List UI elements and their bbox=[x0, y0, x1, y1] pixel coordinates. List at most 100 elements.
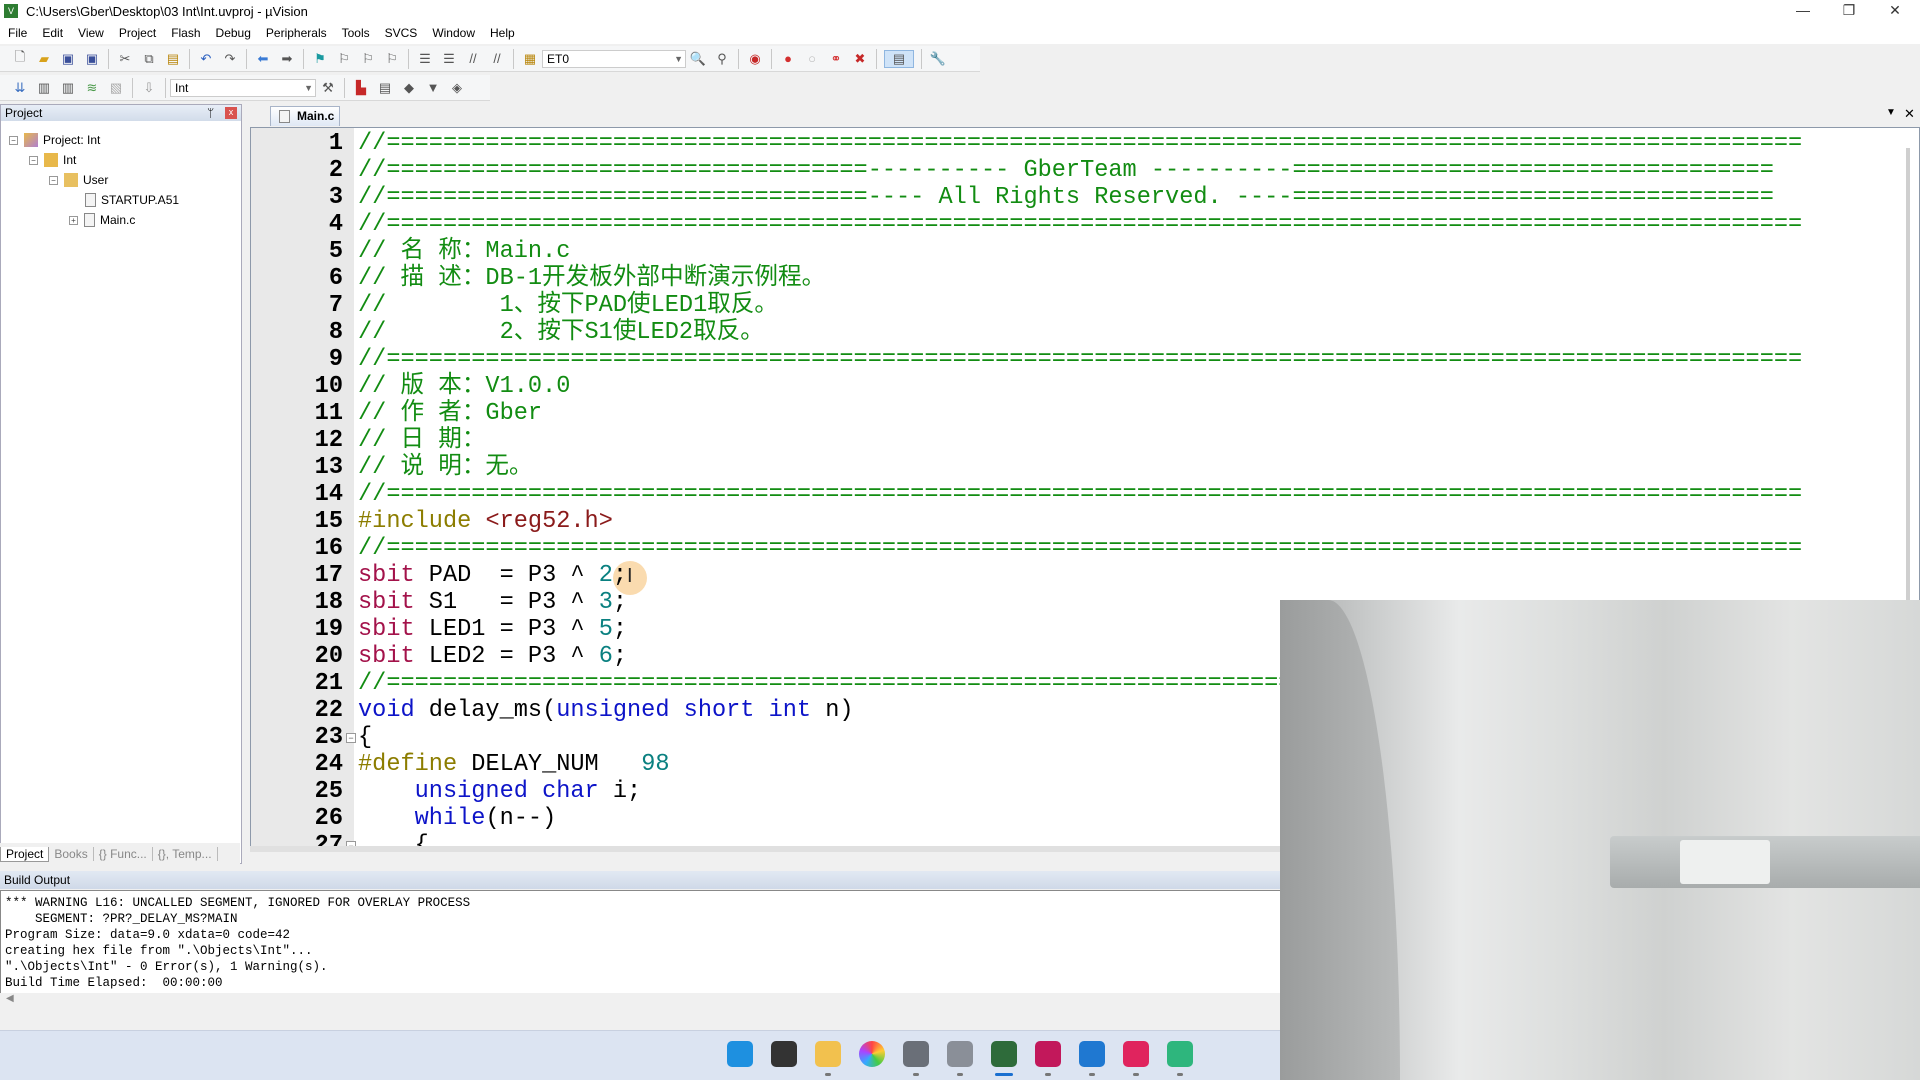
code-line[interactable]: while(n--) bbox=[358, 805, 557, 832]
comment-icon[interactable]: // bbox=[464, 50, 482, 68]
configure-icon[interactable]: 🔧 bbox=[929, 50, 947, 68]
wps-sheets-icon[interactable] bbox=[1167, 1041, 1193, 1067]
copy-icon[interactable]: ⧉ bbox=[140, 50, 158, 68]
breakpoint-icon[interactable]: ● bbox=[779, 50, 797, 68]
code-line[interactable]: { bbox=[358, 724, 372, 751]
code-line[interactable]: //======================================… bbox=[358, 481, 1802, 508]
save-all-icon[interactable]: ▣ bbox=[83, 50, 101, 68]
code-line[interactable]: //======================================… bbox=[358, 130, 1802, 157]
collapse-icon[interactable]: − bbox=[9, 135, 18, 145]
runtime-environment-icon[interactable]: ◈ bbox=[448, 79, 466, 97]
expand-icon[interactable]: + bbox=[69, 215, 78, 225]
fold-toggle-icon[interactable]: − bbox=[346, 733, 356, 743]
batch-build-icon[interactable]: ≋ bbox=[83, 79, 101, 97]
find-icon[interactable]: 🔍 bbox=[689, 50, 707, 68]
code-line[interactable]: // 1、按下PAD使LED1取反。 bbox=[358, 292, 778, 319]
tree-item-target[interactable]: − Int bbox=[29, 153, 76, 167]
download-load-icon[interactable]: ⇩ bbox=[140, 79, 158, 97]
indent-icon[interactable]: ☰ bbox=[416, 50, 434, 68]
minimize-button[interactable]: — bbox=[1780, 0, 1826, 22]
prev-bookmark-icon[interactable]: ⚐ bbox=[335, 50, 353, 68]
code-line[interactable]: // 版 本：V1.0.0 bbox=[358, 373, 570, 400]
tree-item-file[interactable]: STARTUP.A51 bbox=[85, 193, 179, 207]
code-line[interactable]: sbit S1 = P3 ^ 3; bbox=[358, 589, 627, 616]
code-line[interactable]: // 名 称：Main.c bbox=[358, 238, 570, 265]
save-icon[interactable]: ▣ bbox=[59, 50, 77, 68]
menu-svcs[interactable]: SVCS bbox=[385, 26, 418, 40]
collapse-icon[interactable]: − bbox=[29, 155, 38, 165]
menu-tools[interactable]: Tools bbox=[342, 26, 370, 40]
tree-item-group-user[interactable]: − User bbox=[49, 173, 108, 187]
menu-project[interactable]: Project bbox=[119, 26, 156, 40]
tab-books[interactable]: Books bbox=[49, 847, 94, 861]
tree-item-file[interactable]: + Main.c bbox=[69, 213, 135, 227]
find-combo[interactable]: ET0 ▼ bbox=[542, 49, 686, 68]
code-line[interactable]: // 日 期： bbox=[358, 427, 485, 454]
bookmark-icon[interactable]: ⚑ bbox=[311, 50, 329, 68]
tab-list-icon[interactable]: ▼ bbox=[1886, 107, 1896, 118]
pack-installer-icon[interactable]: ◆ bbox=[400, 79, 418, 97]
menu-flash[interactable]: Flash bbox=[171, 26, 200, 40]
code-line[interactable]: sbit PAD = P3 ^ 2; bbox=[358, 562, 627, 589]
stm-tool-icon[interactable] bbox=[1035, 1041, 1061, 1067]
code-line[interactable]: //======================================… bbox=[358, 535, 1802, 562]
code-line[interactable]: // 2、按下S1使LED2取反。 bbox=[358, 319, 764, 346]
menu-edit[interactable]: Edit bbox=[42, 26, 63, 40]
keil-uvision-icon[interactable] bbox=[991, 1041, 1017, 1067]
code-line[interactable]: // 描 述：DB-1开发板外部中断演示例程。 bbox=[358, 265, 825, 292]
kill-breakpoints-icon[interactable]: ✖ bbox=[851, 50, 869, 68]
redo-icon[interactable]: ↷ bbox=[221, 50, 239, 68]
code-line[interactable]: sbit LED1 = P3 ^ 5; bbox=[358, 616, 627, 643]
target-combo[interactable]: Int ▼ bbox=[170, 78, 316, 97]
color-app-icon[interactable] bbox=[859, 1041, 885, 1067]
code-line[interactable]: #define DELAY_NUM 98 bbox=[358, 751, 670, 778]
stop-build-icon[interactable]: ▧ bbox=[107, 79, 125, 97]
select-packs-icon[interactable]: ▼ bbox=[424, 79, 442, 97]
menu-file[interactable]: File bbox=[8, 26, 27, 40]
paste-icon[interactable]: ▤ bbox=[164, 50, 182, 68]
translate-icon[interactable]: ⇊ bbox=[11, 79, 29, 97]
tab-main-c[interactable]: Main.c bbox=[270, 106, 340, 126]
code-line[interactable]: //==================================----… bbox=[358, 157, 1774, 184]
window-layout-icon[interactable]: ▤ bbox=[884, 49, 914, 68]
code-line[interactable]: //======================================… bbox=[358, 211, 1802, 238]
microphone-icon[interactable] bbox=[947, 1041, 973, 1067]
build-output-scrollbar[interactable]: ◀ bbox=[0, 993, 1290, 1009]
unindent-icon[interactable]: ☰ bbox=[440, 50, 458, 68]
undo-icon[interactable]: ↶ bbox=[197, 50, 215, 68]
menu-view[interactable]: View bbox=[78, 26, 104, 40]
tab-templates[interactable]: {}, Temp... bbox=[153, 847, 218, 861]
disable-all-breakpoints-icon[interactable]: ⚭ bbox=[827, 50, 845, 68]
manage-components-icon[interactable]: ▙ bbox=[352, 79, 370, 97]
multi-project-icon[interactable]: ▤ bbox=[376, 79, 394, 97]
tab-project[interactable]: Project bbox=[0, 846, 50, 862]
tree-item-project[interactable]: − Project: Int bbox=[9, 133, 100, 147]
build-icon[interactable]: ▥ bbox=[35, 79, 53, 97]
code-line[interactable]: // 作 者：Gber bbox=[358, 400, 542, 427]
task-view-icon[interactable] bbox=[771, 1041, 797, 1067]
close-tab-icon[interactable]: ✕ bbox=[1904, 106, 1915, 122]
camera-icon[interactable] bbox=[903, 1041, 929, 1067]
cut-icon[interactable]: ✂ bbox=[116, 50, 134, 68]
menu-debug[interactable]: Debug bbox=[216, 26, 251, 40]
code-line[interactable]: sbit LED2 = P3 ^ 6; bbox=[358, 643, 627, 670]
code-line[interactable]: unsigned char i; bbox=[358, 778, 642, 805]
pin-icon[interactable]: ᛘ bbox=[207, 105, 214, 121]
chevron-down-icon[interactable]: ▼ bbox=[304, 80, 313, 96]
horizontal-scrollbar[interactable] bbox=[250, 846, 1280, 852]
close-panel-icon[interactable]: x bbox=[225, 107, 237, 119]
disable-breakpoint-icon[interactable]: ○ bbox=[803, 50, 821, 68]
rebuild-icon[interactable]: ▥ bbox=[59, 79, 77, 97]
code-line[interactable]: void delay_ms(unsigned short int n) bbox=[358, 697, 854, 724]
wps-pdf-icon[interactable] bbox=[1123, 1041, 1149, 1067]
file-explorer-icon[interactable] bbox=[815, 1041, 841, 1067]
menu-window[interactable]: Window bbox=[432, 26, 475, 40]
open-file-icon[interactable]: ▰ bbox=[35, 50, 53, 68]
find-in-files-icon[interactable]: ▦ bbox=[521, 50, 539, 68]
debug-session-icon[interactable]: ◉ bbox=[746, 50, 764, 68]
new-file-icon[interactable]: 🗋 bbox=[11, 49, 29, 68]
incremental-find-icon[interactable]: ⚲ bbox=[713, 50, 731, 68]
next-bookmark-icon[interactable]: ⚐ bbox=[359, 50, 377, 68]
clear-bookmarks-icon[interactable]: ⚐ bbox=[383, 50, 401, 68]
tab-functions[interactable]: {} Func... bbox=[94, 847, 153, 861]
